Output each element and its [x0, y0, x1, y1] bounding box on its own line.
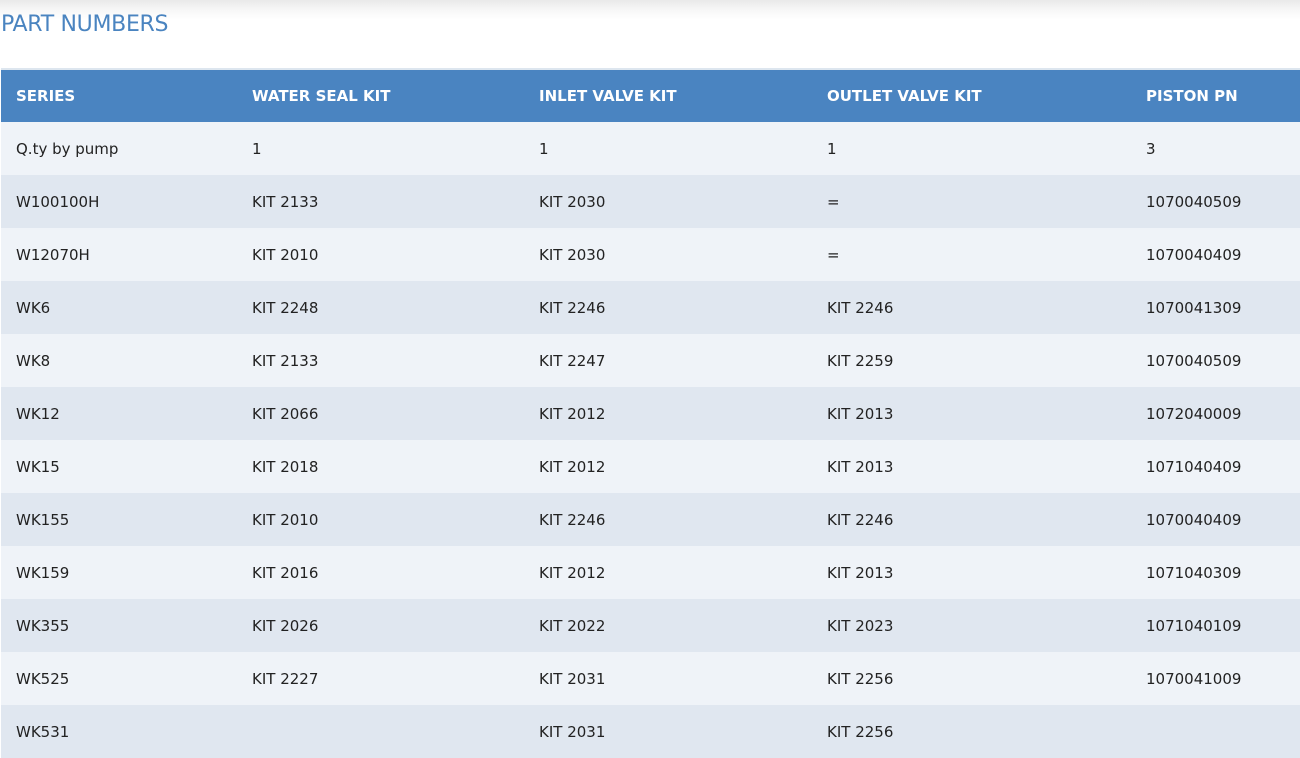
part-numbers-table: SERIES WATER SEAL KIT INLET VALVE KIT OU…: [1, 68, 1300, 758]
water-seal-kit-cell: KIT 2026: [252, 616, 319, 635]
table-row: WK159 KIT 2016 KIT 2012 KIT 2013 1071040309: [1, 546, 1300, 599]
piston-pn-cell: 1071040109: [1146, 616, 1242, 635]
outlet-valve-kit-cell: KIT 2256: [827, 722, 894, 741]
piston-pn-cell: 1070040509: [1146, 192, 1242, 211]
piston-pn-cell: 1070040509: [1146, 351, 1242, 370]
header-inlet-valve-kit: INLET VALVE KIT: [539, 87, 677, 105]
inlet-valve-kit-cell: 1: [539, 139, 549, 158]
table-header: SERIES WATER SEAL KIT INLET VALVE KIT OU…: [1, 69, 1300, 122]
outlet-valve-kit-cell: KIT 2013: [827, 457, 894, 476]
piston-pn-cell: 1070041309: [1146, 298, 1242, 317]
water-seal-kit-cell: 1: [252, 139, 262, 158]
header-series: SERIES: [16, 87, 76, 105]
piston-pn-cell: 3: [1146, 139, 1156, 158]
series-cell: WK6: [16, 298, 51, 317]
outlet-valve-kit-cell: KIT 2256: [827, 669, 894, 688]
inlet-valve-kit-cell: KIT 2246: [539, 510, 606, 529]
table-row: WK525 KIT 2227 KIT 2031 KIT 2256 1070041009: [1, 652, 1300, 705]
table-row: W100100H KIT 2133 KIT 2030 = 1070040509: [1, 175, 1300, 228]
part-numbers-table-container: SERIES WATER SEAL KIT INLET VALVE KIT OU…: [1, 68, 1300, 758]
series-cell: WK12: [16, 404, 60, 423]
header-piston-pn: PISTON PN: [1146, 87, 1238, 105]
table-row: WK355 KIT 2026 KIT 2022 KIT 2023 1071040109: [1, 599, 1300, 652]
series-cell: WK525: [16, 669, 70, 688]
header-outlet-valve-kit: OUTLET VALVE KIT: [827, 87, 982, 105]
series-cell: WK15: [16, 457, 60, 476]
inlet-valve-kit-cell: KIT 2031: [539, 669, 606, 688]
series-cell: WK8: [16, 351, 51, 370]
outlet-valve-kit-cell: KIT 2023: [827, 616, 894, 635]
piston-pn-cell: 1070041009: [1146, 669, 1242, 688]
piston-pn-cell: 1071040409: [1146, 457, 1242, 476]
inlet-valve-kit-cell: KIT 2022: [539, 616, 606, 635]
outlet-valve-kit-cell: KIT 2013: [827, 404, 894, 423]
table-row: WK6 KIT 2248 KIT 2246 KIT 2246 1070041309: [1, 281, 1300, 334]
series-cell: W12070H: [16, 245, 90, 264]
piston-pn-cell: 1070040409: [1146, 245, 1242, 264]
piston-pn-cell: 1070040409: [1146, 510, 1242, 529]
water-seal-kit-cell: KIT 2133: [252, 192, 319, 211]
header-water-seal-kit: WATER SEAL KIT: [252, 87, 391, 105]
inlet-valve-kit-cell: KIT 2246: [539, 298, 606, 317]
piston-pn-cell: 1072040009: [1146, 404, 1242, 423]
table-row: WK12 KIT 2066 KIT 2012 KIT 2013 1072040009: [1, 387, 1300, 440]
outlet-valve-kit-cell: =: [827, 192, 840, 211]
inlet-valve-kit-cell: KIT 2030: [539, 245, 606, 264]
top-shadow: [0, 0, 1300, 20]
outlet-valve-kit-cell: KIT 2259: [827, 351, 894, 370]
inlet-valve-kit-cell: KIT 2031: [539, 722, 606, 741]
table-row: WK155 KIT 2010 KIT 2246 KIT 2246 1070040409: [1, 493, 1300, 546]
water-seal-kit-cell: KIT 2016: [252, 563, 319, 582]
water-seal-kit-cell: KIT 2133: [252, 351, 319, 370]
series-cell: Q.ty by pump: [16, 139, 119, 158]
table-row: Q.ty by pump 1 1 1 3: [1, 122, 1300, 175]
outlet-valve-kit-cell: KIT 2246: [827, 298, 894, 317]
table-row: W12070H KIT 2010 KIT 2030 = 1070040409: [1, 228, 1300, 281]
series-cell: W100100H: [16, 192, 100, 211]
inlet-valve-kit-cell: KIT 2012: [539, 457, 606, 476]
table-body: Q.ty by pump 1 1 1 3 W100100H KIT 2133 KIT 2030…: [1, 122, 1300, 758]
water-seal-kit-cell: KIT 2018: [252, 457, 319, 476]
table-row: WK8 KIT 2133 KIT 2247 KIT 2259 1070040509: [1, 334, 1300, 387]
piston-pn-cell: 1071040309: [1146, 563, 1242, 582]
water-seal-kit-cell: KIT 2227: [252, 669, 319, 688]
water-seal-kit-cell: KIT 2248: [252, 298, 319, 317]
header-row: SERIES WATER SEAL KIT INLET VALVE KIT OU…: [1, 69, 1300, 122]
outlet-valve-kit-cell: =: [827, 245, 840, 264]
inlet-valve-kit-cell: KIT 2030: [539, 192, 606, 211]
water-seal-kit-cell: KIT 2010: [252, 245, 319, 264]
series-cell: WK355: [16, 616, 70, 635]
outlet-valve-kit-cell: KIT 2013: [827, 563, 894, 582]
water-seal-kit-cell: [237, 705, 524, 758]
water-seal-kit-cell: KIT 2066: [252, 404, 319, 423]
water-seal-kit-cell: KIT 2010: [252, 510, 319, 529]
series-cell: WK159: [16, 563, 70, 582]
table-row: WK531 KIT 2031 KIT 2256: [1, 705, 1300, 758]
series-cell: WK155: [16, 510, 70, 529]
outlet-valve-kit-cell: KIT 2246: [827, 510, 894, 529]
series-cell: WK531: [16, 722, 70, 741]
piston-pn-cell: [1131, 705, 1300, 758]
outlet-valve-kit-cell: 1: [827, 139, 837, 158]
inlet-valve-kit-cell: KIT 2247: [539, 351, 606, 370]
page-title: PART NUMBERS: [1, 12, 169, 37]
table-row: WK15 KIT 2018 KIT 2012 KIT 2013 1071040409: [1, 440, 1300, 493]
inlet-valve-kit-cell: KIT 2012: [539, 404, 606, 423]
inlet-valve-kit-cell: KIT 2012: [539, 563, 606, 582]
